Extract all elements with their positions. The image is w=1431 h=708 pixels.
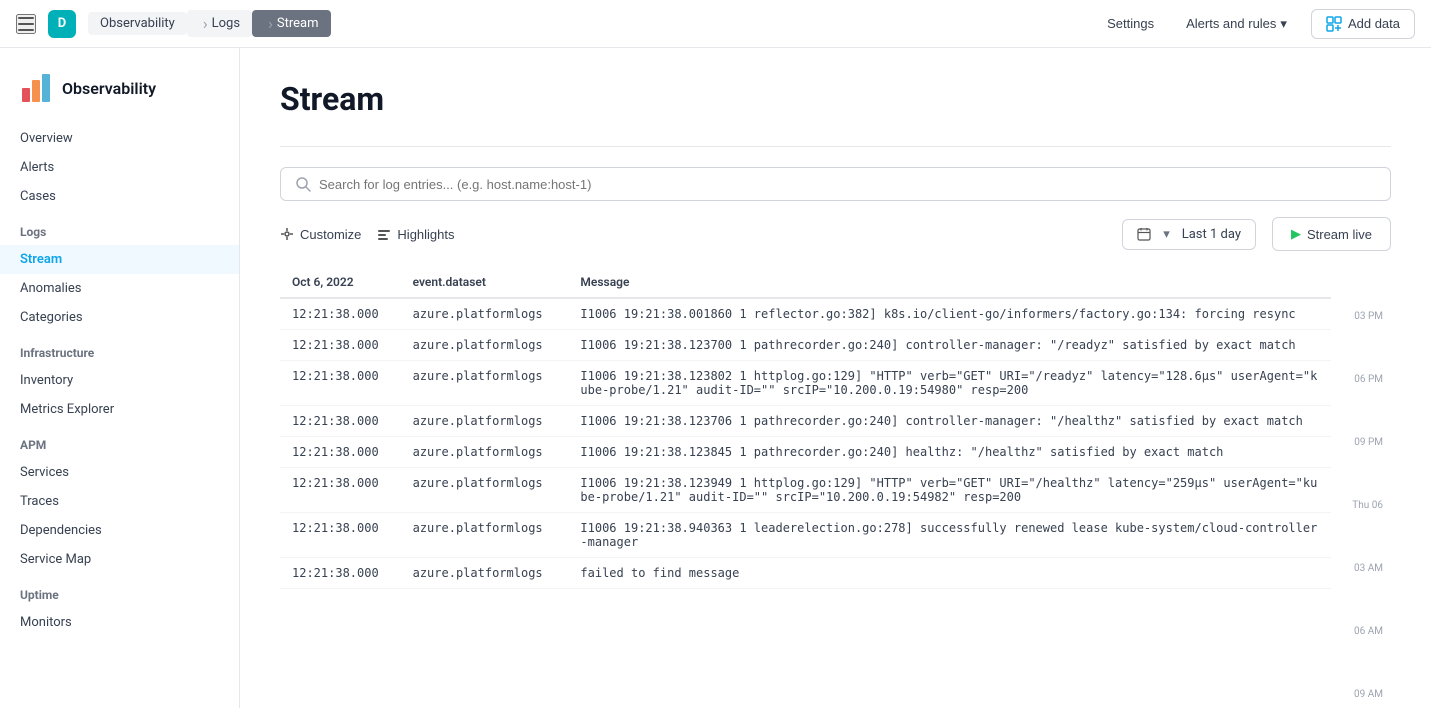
log-table-wrap: Oct 6, 2022 event.dataset Message 12:21:… xyxy=(280,267,1391,708)
divider xyxy=(280,146,1391,147)
nav-right: Settings Alerts and rules Add data xyxy=(1099,9,1415,39)
log-time: 12:21:38.000 xyxy=(280,406,401,437)
sidebar-item-alerts[interactable]: Alerts xyxy=(0,153,239,182)
main-content: Stream Customize xyxy=(240,48,1431,708)
timeline-label: 03 AM xyxy=(1331,563,1391,626)
sidebar-item-stream[interactable]: Stream xyxy=(0,245,239,274)
log-time: 12:21:38.000 xyxy=(280,437,401,468)
hamburger-menu[interactable] xyxy=(16,14,36,34)
timeline-label: 06 PM xyxy=(1331,374,1391,437)
date-range-picker[interactable]: ▾ Last 1 day xyxy=(1122,219,1256,250)
alerts-chevron-icon xyxy=(1280,16,1287,32)
breadcrumb: Observability Logs Stream xyxy=(88,10,331,37)
sidebar-item-monitors[interactable]: Monitors xyxy=(0,608,239,637)
top-nav: D Observability Logs Stream Settings Ale… xyxy=(0,0,1431,48)
log-time: 12:21:38.000 xyxy=(280,468,401,513)
timeline-label: 03 PM xyxy=(1331,311,1391,374)
nav-section-apm: APM xyxy=(0,424,239,458)
table-row[interactable]: 12:21:38.000 azure.platformlogs I1006 19… xyxy=(280,513,1331,558)
search-input[interactable] xyxy=(319,177,1376,192)
log-message: I1006 19:21:38.940363 1 leaderelection.g… xyxy=(568,513,1331,558)
log-dataset: azure.platformlogs xyxy=(401,330,569,361)
sidebar-item-categories[interactable]: Categories xyxy=(0,303,239,332)
log-time: 12:21:38.000 xyxy=(280,513,401,558)
log-message: I1006 19:21:38.123949 1 httplog.go:129] … xyxy=(568,468,1331,513)
log-table: Oct 6, 2022 event.dataset Message 12:21:… xyxy=(280,267,1331,589)
timeline-label: Thu 06 xyxy=(1331,500,1391,563)
add-data-button[interactable]: Add data xyxy=(1311,9,1415,39)
nav-section-logs: Logs xyxy=(0,211,239,245)
sidebar-item-traces[interactable]: Traces xyxy=(0,487,239,516)
search-icon xyxy=(295,176,311,192)
table-row[interactable]: 12:21:38.000 azure.platformlogs failed t… xyxy=(280,558,1331,589)
table-header-row: Oct 6, 2022 event.dataset Message xyxy=(280,267,1331,298)
timeline-label: 09 AM xyxy=(1331,689,1391,708)
log-time: 12:21:38.000 xyxy=(280,361,401,406)
breadcrumb-logs[interactable]: Logs xyxy=(187,10,252,37)
log-time: 12:21:38.000 xyxy=(280,558,401,589)
log-dataset: azure.platformlogs xyxy=(401,437,569,468)
search-bar xyxy=(280,167,1391,201)
highlights-icon xyxy=(377,227,391,241)
toolbar: Customize Highlights ▾ Last xyxy=(280,217,1391,251)
body-wrap: Observability Overview Alerts Cases Logs… xyxy=(0,48,1431,708)
log-message: I1006 19:21:38.123845 1 pathrecorder.go:… xyxy=(568,437,1331,468)
brand-icon xyxy=(20,72,52,104)
log-message: I1006 19:21:38.001860 1 reflector.go:382… xyxy=(568,298,1331,330)
sidebar-item-anomalies[interactable]: Anomalies xyxy=(0,274,239,303)
log-message: failed to find message xyxy=(568,558,1331,589)
customize-button[interactable]: Customize xyxy=(280,223,361,246)
log-dataset: azure.platformlogs xyxy=(401,513,569,558)
sidebar-brand: Observability xyxy=(0,64,239,124)
sidebar-item-overview[interactable]: Overview xyxy=(0,124,239,153)
log-dataset: azure.platformlogs xyxy=(401,558,569,589)
play-icon: ▶ xyxy=(1291,226,1301,242)
sidebar-item-dependencies[interactable]: Dependencies xyxy=(0,516,239,545)
calendar-icon xyxy=(1137,227,1151,241)
timeline: 03 PM06 PM09 PMThu 0603 AM06 AM09 AM12 P… xyxy=(1331,267,1391,708)
log-time: 12:21:38.000 xyxy=(280,298,401,330)
table-row[interactable]: 12:21:38.000 azure.platformlogs I1006 19… xyxy=(280,298,1331,330)
sidebar-item-services[interactable]: Services xyxy=(0,458,239,487)
breadcrumb-stream[interactable]: Stream xyxy=(252,10,330,37)
table-row[interactable]: 12:21:38.000 azure.platformlogs I1006 19… xyxy=(280,330,1331,361)
log-dataset: azure.platformlogs xyxy=(401,361,569,406)
log-time: 12:21:38.000 xyxy=(280,330,401,361)
nav-section-infrastructure: Infrastructure xyxy=(0,332,239,366)
log-message: I1006 19:21:38.123802 1 httplog.go:129] … xyxy=(568,361,1331,406)
table-row[interactable]: 12:21:38.000 azure.platformlogs I1006 19… xyxy=(280,437,1331,468)
breadcrumb-observability[interactable]: Observability xyxy=(88,12,187,35)
log-dataset: azure.platformlogs xyxy=(401,298,569,330)
col-header-message: Message xyxy=(568,267,1331,298)
timeline-label: 06 AM xyxy=(1331,626,1391,689)
timeline-label: 09 PM xyxy=(1331,437,1391,500)
log-message: I1006 19:21:38.123706 1 pathrecorder.go:… xyxy=(568,406,1331,437)
add-data-icon xyxy=(1326,16,1342,32)
highlights-button[interactable]: Highlights xyxy=(377,223,454,246)
table-row[interactable]: 12:21:38.000 azure.platformlogs I1006 19… xyxy=(280,468,1331,513)
log-dataset: azure.platformlogs xyxy=(401,468,569,513)
alerts-rules-button[interactable]: Alerts and rules xyxy=(1178,12,1295,36)
brand-name: Observability xyxy=(62,79,156,98)
page-title: Stream xyxy=(280,80,1391,118)
table-row[interactable]: 12:21:38.000 azure.platformlogs I1006 19… xyxy=(280,406,1331,437)
user-avatar: D xyxy=(48,10,76,38)
col-header-date: Oct 6, 2022 xyxy=(280,267,401,298)
log-dataset: azure.platformlogs xyxy=(401,406,569,437)
stream-live-button[interactable]: ▶ Stream live xyxy=(1272,217,1391,251)
col-header-dataset: event.dataset xyxy=(401,267,569,298)
table-row[interactable]: 12:21:38.000 azure.platformlogs I1006 19… xyxy=(280,361,1331,406)
sidebar-item-metrics-explorer[interactable]: Metrics Explorer xyxy=(0,395,239,424)
log-message: I1006 19:21:38.123700 1 pathrecorder.go:… xyxy=(568,330,1331,361)
sidebar-item-inventory[interactable]: Inventory xyxy=(0,366,239,395)
sidebar: Observability Overview Alerts Cases Logs… xyxy=(0,48,240,708)
sidebar-item-service-map[interactable]: Service Map xyxy=(0,545,239,574)
settings-button[interactable]: Settings xyxy=(1099,12,1162,35)
sidebar-item-cases[interactable]: Cases xyxy=(0,182,239,211)
nav-section-uptime: Uptime xyxy=(0,574,239,608)
customize-icon xyxy=(280,227,294,241)
